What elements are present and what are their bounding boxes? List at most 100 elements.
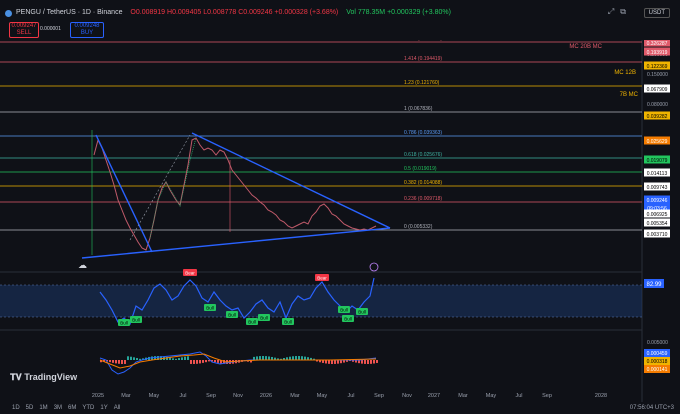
fib-label: 0 (0.005332) bbox=[404, 224, 433, 230]
range-button[interactable]: 3M bbox=[54, 402, 62, 414]
price-tag-label: 0.025629 bbox=[647, 139, 668, 145]
macd-bar bbox=[325, 360, 327, 364]
macd-bar bbox=[121, 360, 123, 364]
alert-icon[interactable] bbox=[369, 262, 379, 272]
clock[interactable]: 07:56:04 UTC+3 bbox=[630, 402, 674, 414]
time-tick: Jul bbox=[515, 393, 522, 399]
buy-label: BUY bbox=[80, 30, 94, 36]
rsi-band bbox=[0, 285, 642, 317]
macd-axis[interactable]: 0.0050000.0000000.0004590.0003180.000141 bbox=[644, 340, 670, 373]
buy-button[interactable]: 0.009248 BUY bbox=[70, 22, 104, 38]
fullscreen-icon[interactable]: ⤢ bbox=[608, 7, 620, 16]
macd-bar bbox=[133, 357, 135, 360]
price-tag-label: 0.067909 bbox=[647, 87, 668, 93]
ohlc-values: O0.008919 H0.009405 L0.008778 C0.009246 … bbox=[130, 9, 339, 16]
bear-text: Bear bbox=[185, 271, 195, 276]
price-chart[interactable]: 1.618 (0.326825)1.414 (0.194419)1.23 (0.… bbox=[0, 0, 680, 414]
macd-bar bbox=[361, 360, 363, 364]
bull-text: Bull bbox=[260, 316, 268, 321]
macd-bar bbox=[187, 356, 189, 360]
range-button[interactable]: All bbox=[114, 402, 121, 414]
price-tick: 0.080000 bbox=[647, 102, 668, 108]
range-button[interactable]: YTD bbox=[82, 402, 94, 414]
macd-bar bbox=[196, 360, 198, 364]
range-button[interactable]: 1Y bbox=[100, 402, 107, 414]
time-tick: Sep bbox=[206, 393, 216, 399]
range-button[interactable]: 1M bbox=[39, 402, 47, 414]
macd-bar bbox=[298, 356, 300, 360]
sell-label: SELL bbox=[16, 30, 32, 36]
macd-bar bbox=[175, 358, 177, 360]
macd-bar bbox=[370, 360, 372, 364]
mc-20b-label: MC 20B MC bbox=[569, 44, 602, 50]
macd-bar bbox=[367, 360, 369, 364]
price-tag-label: 0.009743 bbox=[647, 185, 668, 191]
bottom-toolbar: 1D 5D 1M 3M 6M YTD 1Y All 07:56:04 UTC+3 bbox=[0, 402, 680, 414]
macd-bar bbox=[217, 360, 219, 363]
macd-bar bbox=[265, 356, 267, 360]
sell-price: 0.009247 bbox=[11, 23, 37, 29]
fib-label: 1 (0.067836) bbox=[404, 106, 433, 112]
range-button[interactable]: 5D bbox=[26, 402, 34, 414]
bull-text: Bull bbox=[228, 313, 236, 318]
macd-bar bbox=[178, 358, 180, 360]
macd-bar bbox=[331, 360, 333, 364]
time-axis[interactable]: 2025 Mar May Jul Sep Nov 2026 Mar May Jul Sep Nov 20… bbox=[92, 393, 607, 399]
screenshot-icon[interactable]: ⧉ bbox=[620, 7, 632, 16]
symbol-title[interactable]: PENGU / TetherUS · 1D · Binance bbox=[16, 9, 122, 16]
macd-bar bbox=[364, 360, 366, 364]
fib-label: 1.23 (0.121760) bbox=[404, 80, 440, 86]
sell-button[interactable]: 0.009247 SELL bbox=[9, 22, 39, 38]
brand-name: TradingView bbox=[24, 372, 78, 382]
time-tick: Sep bbox=[374, 393, 384, 399]
macd-bar bbox=[130, 356, 132, 360]
macd-bar bbox=[184, 356, 186, 360]
price-tag-label: 0.122369 bbox=[647, 64, 668, 70]
time-tick: Mar bbox=[121, 393, 131, 399]
time-tick: 2028 bbox=[595, 393, 607, 399]
macd-bar bbox=[115, 360, 117, 364]
fib-label: 0.786 (0.039363) bbox=[404, 130, 442, 136]
currency-select[interactable]: USDT bbox=[643, 8, 670, 18]
macd-bar bbox=[373, 360, 375, 364]
rsi-value: 82.99 bbox=[646, 282, 662, 288]
macd-bar bbox=[112, 360, 114, 363]
time-tick: Jul bbox=[179, 393, 186, 399]
price-tag-label: 0.326287 bbox=[647, 41, 668, 47]
bull-text: Bull bbox=[206, 306, 214, 311]
macd-bar bbox=[202, 360, 204, 363]
macd-bar bbox=[328, 360, 330, 364]
trendline[interactable] bbox=[81, 227, 391, 259]
range-button[interactable]: 6M bbox=[68, 402, 76, 414]
bull-text: Bull bbox=[132, 318, 140, 323]
macd-bar bbox=[214, 360, 216, 363]
macd-bar bbox=[262, 356, 264, 360]
time-tick: 2027 bbox=[428, 393, 440, 399]
time-tick: Nov bbox=[402, 393, 412, 399]
spread-value: 0.000001 bbox=[40, 26, 61, 32]
time-tick: May bbox=[149, 393, 160, 399]
bull-text: Bull bbox=[120, 321, 128, 326]
time-tick: May bbox=[317, 393, 328, 399]
time-tick: May bbox=[486, 393, 497, 399]
macd-bar bbox=[304, 356, 306, 360]
macd-bar bbox=[259, 356, 261, 360]
time-tick: Jul bbox=[347, 393, 354, 399]
bull-text: Bull bbox=[284, 320, 292, 325]
price-tag-label: 0.005354 bbox=[647, 221, 668, 227]
price-axis[interactable]: 0.3500000.2000000.1500000.0800000.326287… bbox=[644, 32, 670, 238]
trendline[interactable] bbox=[191, 132, 391, 229]
time-tick: Sep bbox=[542, 393, 552, 399]
macd-bar bbox=[376, 360, 378, 363]
bull-text: Bull bbox=[248, 320, 256, 325]
range-button[interactable]: 1D bbox=[12, 402, 20, 414]
toolbar-icons: ⤢⧉ bbox=[608, 7, 632, 17]
macd-bar bbox=[337, 360, 339, 364]
macd-bar bbox=[136, 358, 138, 360]
ghost-icon: ☁ bbox=[78, 260, 87, 270]
tradingview-logo: 𝐓𝐕 TradingView bbox=[10, 372, 78, 382]
trendline[interactable] bbox=[95, 134, 153, 253]
time-tick: Nov bbox=[233, 393, 243, 399]
bull-text: Bull bbox=[344, 317, 352, 322]
macd-tag-label: 0.000318 bbox=[647, 359, 668, 365]
